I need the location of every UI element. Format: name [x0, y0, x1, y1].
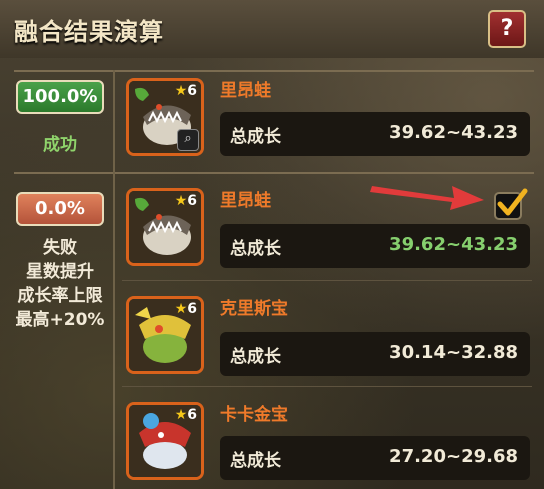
- pet-card-3[interactable]: ★6: [126, 296, 204, 374]
- stat-value-1: 39.62~43.23: [389, 122, 518, 143]
- magnify-icon[interactable]: ⌕: [177, 129, 199, 151]
- help-button[interactable]: ?: [488, 10, 526, 48]
- star-up-label: 星数提升: [26, 262, 94, 282]
- arrow-annotation-icon: [370, 186, 484, 210]
- pet-card-1[interactable]: ★6 ⌕: [126, 78, 204, 156]
- separator-pet3: [122, 280, 532, 281]
- pet-name-3: 克里斯宝: [220, 299, 288, 319]
- separator-middle: [14, 172, 534, 174]
- stat-value-4: 27.20~29.68: [389, 446, 518, 467]
- separator-top: [14, 70, 534, 72]
- growth-cap-label: 成长率上限: [17, 286, 103, 306]
- stat-label-4: 总成长: [230, 451, 281, 471]
- pet-name-4: 卡卡金宝: [220, 405, 288, 425]
- stat-label-2: 总成长: [230, 239, 281, 259]
- select-checkbox[interactable]: [494, 188, 528, 220]
- stat-value-3: 30.14~32.88: [389, 342, 518, 363]
- stat-panel-4: 总成长 27.20~29.68: [220, 436, 530, 480]
- pet-card-4[interactable]: ★6: [126, 402, 204, 480]
- separator-pet4: [122, 386, 532, 387]
- star-level: ★6: [174, 301, 197, 317]
- success-rate-badge: 100.0%: [16, 80, 104, 114]
- pet-name-2: 里昂蛙: [220, 191, 271, 211]
- max-bonus-label: 最高+20%: [15, 310, 105, 330]
- stat-label-1: 总成长: [230, 127, 281, 147]
- star-level: ★6: [174, 83, 197, 99]
- checkmark-icon: [494, 188, 528, 220]
- fail-label: 失败: [43, 238, 77, 258]
- success-label: 成功: [43, 135, 77, 155]
- star-level: ★6: [174, 193, 197, 209]
- page-title: 融合结果演算: [14, 18, 164, 46]
- stat-panel-2: 总成长 39.62~43.23: [220, 224, 530, 268]
- fail-rate-badge: 0.0%: [16, 192, 104, 226]
- stat-panel-1: 总成长 39.62~43.23: [220, 112, 530, 156]
- pet-card-2[interactable]: ★6: [126, 188, 204, 266]
- stat-label-3: 总成长: [230, 347, 281, 367]
- stat-value-2: 39.62~43.23: [389, 234, 518, 255]
- pet-name-1: 里昂蛙: [220, 81, 271, 101]
- star-level: ★6: [174, 407, 197, 423]
- stat-panel-3: 总成长 30.14~32.88: [220, 332, 530, 376]
